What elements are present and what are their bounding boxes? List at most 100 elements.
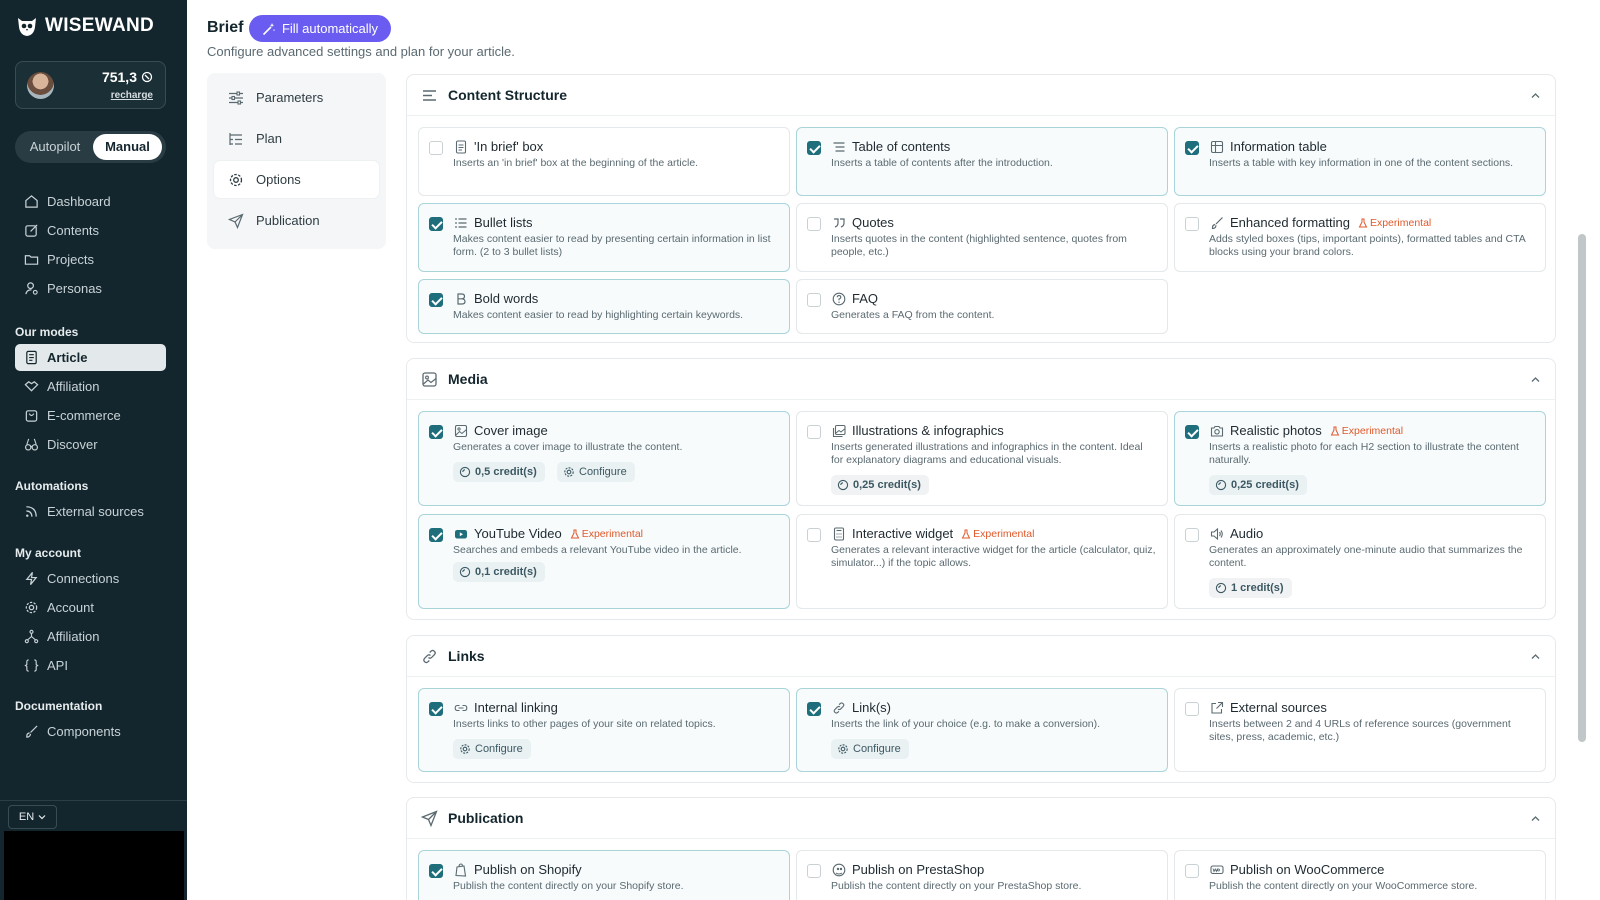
- checkbox[interactable]: [429, 425, 443, 439]
- option-description: Generates a relevant interactive widget …: [831, 544, 1156, 569]
- brush-icon: [26, 725, 38, 738]
- section-automations: Automations: [15, 479, 89, 493]
- checkbox[interactable]: [807, 217, 821, 231]
- nav-components[interactable]: Components: [15, 718, 166, 745]
- option-card-enhanced-formatting[interactable]: Enhanced formatting Experimental Adds st…: [1174, 203, 1546, 272]
- checkbox[interactable]: [1185, 217, 1199, 231]
- checkbox[interactable]: [429, 702, 443, 716]
- nav-contents[interactable]: Contents: [15, 217, 166, 244]
- fill-automatically-button[interactable]: Fill automatically: [249, 15, 391, 42]
- nav-discover[interactable]: Discover: [15, 431, 166, 458]
- tab-options[interactable]: Options: [214, 161, 379, 198]
- option-card-publish-prestashop[interactable]: Publish on PrestaShop Publish the conten…: [796, 850, 1168, 900]
- credit-cost-badge: 0,1 credit(s): [453, 562, 545, 582]
- option-title-text: YouTube Video: [474, 526, 562, 541]
- option-card-youtube-video[interactable]: YouTube Video Experimental Searches and …: [418, 514, 790, 609]
- nav-connections[interactable]: Connections: [15, 565, 166, 592]
- manual-option[interactable]: Manual: [93, 134, 162, 160]
- autopilot-option[interactable]: Autopilot: [19, 134, 91, 160]
- checkbox[interactable]: [1185, 864, 1199, 878]
- nav-projects[interactable]: Projects: [15, 246, 166, 273]
- option-card-audio[interactable]: Audio Generates an approximately one-min…: [1174, 514, 1546, 609]
- language-selector[interactable]: EN: [8, 805, 57, 829]
- configure-button[interactable]: Configure: [453, 739, 531, 759]
- credit-cost-label: 0,25 credit(s): [1231, 479, 1299, 491]
- nav-label: Dashboard: [47, 194, 111, 209]
- send-icon: [421, 810, 438, 827]
- checkbox[interactable]: [1185, 141, 1199, 155]
- chevron-up-icon[interactable]: [1530, 90, 1541, 101]
- option-card-interactive-widget[interactable]: Interactive widget Experimental Generate…: [796, 514, 1168, 609]
- option-description: Generates an approximately one-minute au…: [1209, 544, 1523, 569]
- option-card-information-table[interactable]: Information table Inserts a table with k…: [1174, 127, 1546, 196]
- nav-account[interactable]: Account: [15, 594, 166, 621]
- page-title: Brief: [207, 19, 244, 36]
- option-card-bold-words[interactable]: Bold words Makes content easier to read …: [418, 279, 790, 334]
- checkbox[interactable]: [1185, 425, 1199, 439]
- option-card-in-brief-box[interactable]: 'In brief' box Inserts an 'in brief' box…: [418, 127, 790, 196]
- checkbox[interactable]: [807, 702, 821, 716]
- option-title: Link(s): [852, 700, 892, 715]
- option-card-quotes[interactable]: Quotes Inserts quotes in the content (hi…: [796, 203, 1168, 272]
- option-title: Information table: [1230, 139, 1327, 154]
- checkbox[interactable]: [429, 141, 443, 155]
- coin-icon: [141, 71, 153, 83]
- checkbox[interactable]: [807, 293, 821, 307]
- option-card-bullet-lists[interactable]: Bullet lists Makes content easier to rea…: [418, 203, 790, 272]
- checkbox[interactable]: [429, 293, 443, 307]
- flask-icon: [1358, 218, 1368, 227]
- gear-icon: [838, 744, 848, 754]
- checkbox[interactable]: [807, 528, 821, 542]
- option-card-internal-linking[interactable]: Internal linking Inserts links to other …: [418, 688, 790, 772]
- section-header[interactable]: Links: [407, 636, 1555, 677]
- configure-button[interactable]: Configure: [557, 462, 635, 482]
- option-card-publish-shopify[interactable]: Publish on Shopify Publish the content d…: [418, 850, 790, 900]
- tab-publication[interactable]: Publication: [214, 202, 379, 239]
- checkbox[interactable]: [429, 864, 443, 878]
- configure-button[interactable]: Configure: [831, 739, 909, 759]
- option-title: Table of contents: [852, 139, 951, 154]
- checkbox[interactable]: [807, 425, 821, 439]
- tab-parameters[interactable]: Parameters: [214, 79, 379, 116]
- option-card-publish-woocommerce[interactable]: Publish on WooCommerce Publish the conte…: [1174, 850, 1546, 900]
- checkbox[interactable]: [807, 141, 821, 155]
- tab-plan[interactable]: Plan: [214, 120, 379, 157]
- avatar[interactable]: [27, 72, 54, 99]
- nav-dashboard[interactable]: Dashboard: [15, 188, 166, 215]
- section-header[interactable]: Content Structure: [407, 75, 1555, 116]
- option-card-cover-image[interactable]: Cover image Generates a cover image to i…: [418, 411, 790, 506]
- option-title: FAQ: [852, 291, 879, 306]
- chevron-up-icon[interactable]: [1530, 813, 1541, 824]
- nav-article[interactable]: Article: [15, 344, 166, 371]
- checkbox[interactable]: [429, 217, 443, 231]
- nav-personas[interactable]: Personas: [15, 275, 166, 302]
- nav-affiliation-account[interactable]: Affiliation: [15, 623, 166, 650]
- checkbox[interactable]: [1185, 702, 1199, 716]
- chevron-up-icon[interactable]: [1530, 374, 1541, 385]
- checkbox[interactable]: [807, 864, 821, 878]
- scrollbar-thumb[interactable]: [1578, 234, 1586, 742]
- nav-external-sources[interactable]: External sources: [15, 498, 166, 525]
- option-card-realistic-photos[interactable]: Realistic photos Experimental Inserts a …: [1174, 411, 1546, 506]
- credit-cost-label: 0,5 credit(s): [475, 466, 537, 478]
- nav-label: Components: [47, 724, 121, 739]
- nav-api[interactable]: API: [15, 652, 166, 679]
- option-card-links[interactable]: Link(s) Inserts the link of your choice …: [796, 688, 1168, 772]
- recharge-link[interactable]: recharge: [111, 90, 153, 101]
- checkbox[interactable]: [1185, 528, 1199, 542]
- sidebar-footer-area: [4, 831, 184, 900]
- option-title-text: Realistic photos: [1230, 423, 1322, 438]
- nav-ecommerce[interactable]: E-commerce: [15, 402, 166, 429]
- section-header[interactable]: Publication: [407, 798, 1555, 839]
- checkbox[interactable]: [429, 528, 443, 542]
- section-header[interactable]: Media: [407, 359, 1555, 400]
- option-card-faq[interactable]: FAQ Generates a FAQ from the content.: [796, 279, 1168, 334]
- option-card-table-of-contents[interactable]: Table of contents Inserts a table of con…: [796, 127, 1168, 196]
- option-card-illustrations[interactable]: Illustrations & infographics Inserts gen…: [796, 411, 1168, 506]
- option-title: Bullet lists: [474, 215, 533, 230]
- nav-affiliation-mode[interactable]: Affiliation: [15, 373, 166, 400]
- option-card-external-sources[interactable]: External sources Inserts between 2 and 4…: [1174, 688, 1546, 772]
- logo[interactable]: WISEWAND: [15, 14, 154, 38]
- help-circle-icon: [832, 292, 846, 306]
- chevron-up-icon[interactable]: [1530, 651, 1541, 662]
